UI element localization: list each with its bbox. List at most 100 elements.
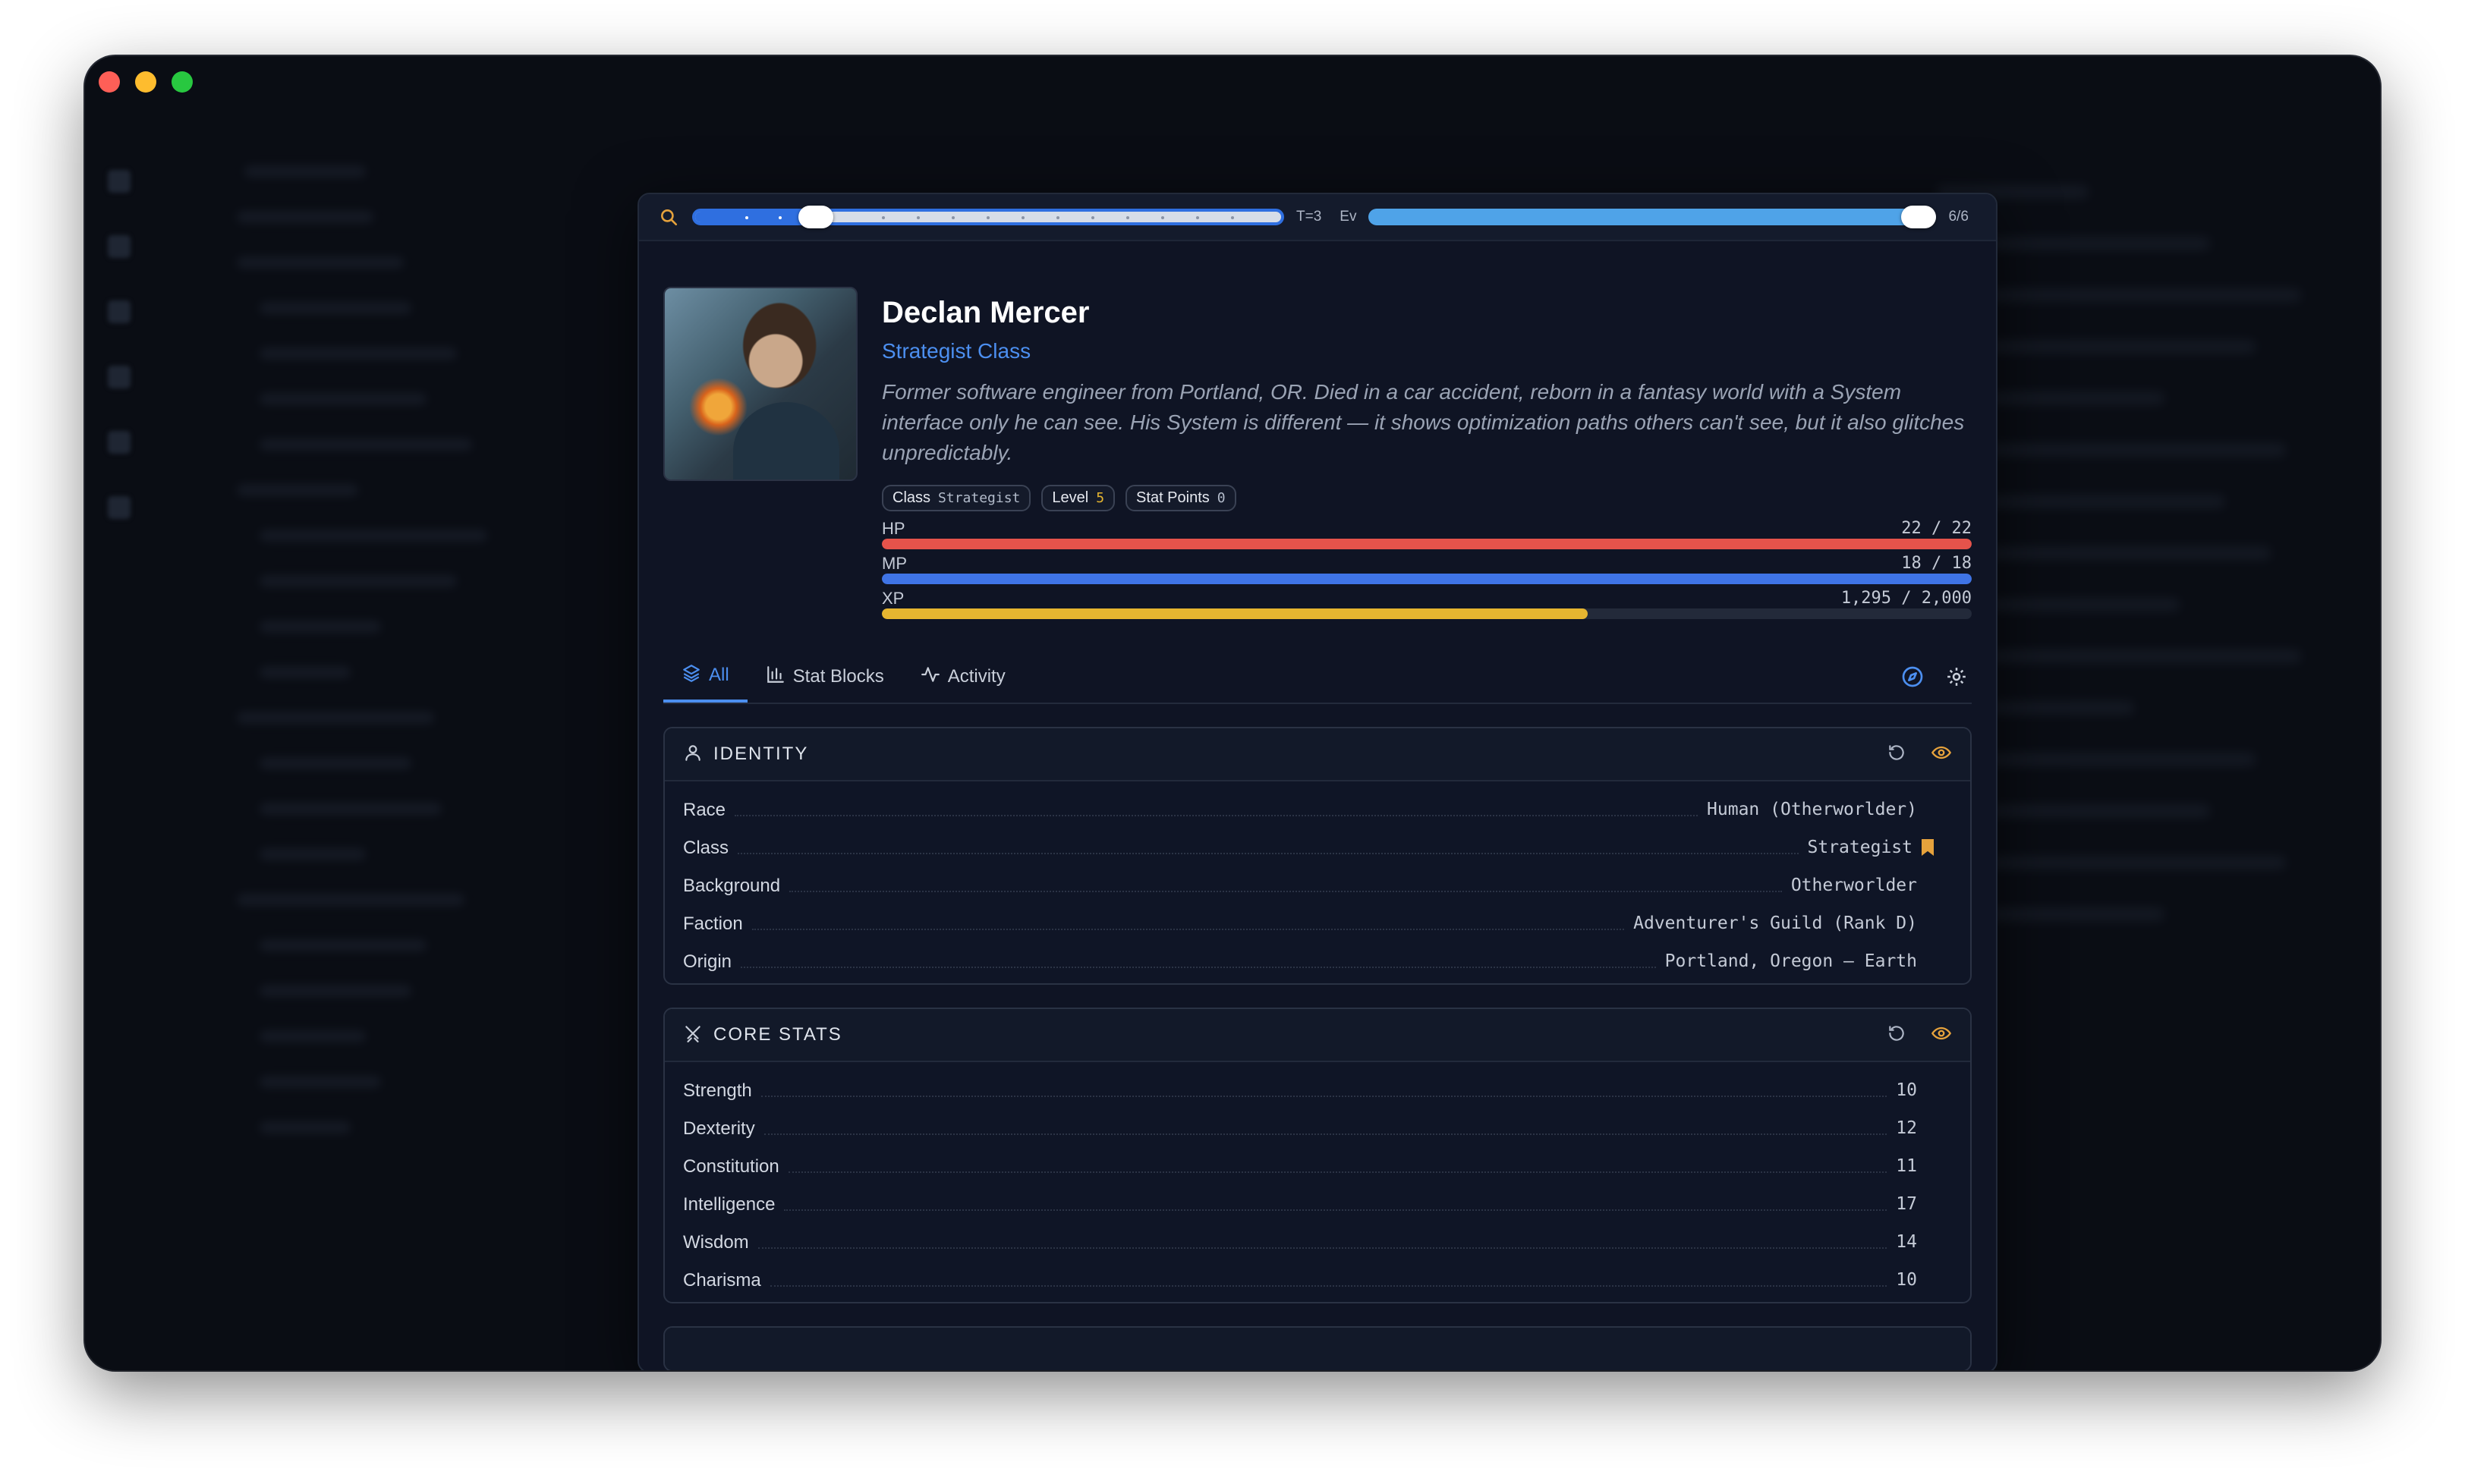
row-value: 17 [1896,1194,1917,1214]
chip-label: Stat Points [1136,489,1210,506]
stat-row-wisdom: Wisdom 14 [683,1221,1952,1259]
layers-icon [682,663,701,688]
character-chips: Class Strategist Level 5 Stat Points 0 [882,485,1972,511]
search-icon[interactable] [657,206,680,228]
section-title: CORE STATS [713,1024,842,1045]
tab-label: All [709,665,729,685]
level-chip: Level 5 [1041,485,1116,511]
ev-slider[interactable] [1368,206,1937,228]
row-value: Otherworlder [1790,876,1917,895]
close-window-button[interactable] [99,71,120,93]
row-value: 10 [1896,1270,1917,1290]
background-sidebar [161,132,586,1270]
identity-row-origin: Origin Portland, Oregon — Earth [683,941,1952,979]
character-header: Declan Mercer Strategist Class Former so… [663,287,1972,624]
timeline-label: T=3 [1296,209,1322,225]
timeline-handle[interactable] [798,206,833,228]
row-key: Wisdom [683,1232,749,1253]
xp-bar-fill [882,608,1588,619]
tab-activity[interactable]: Activity [902,651,1024,703]
character-sheet-panel: T=3 Ev 6/6 Declan Mercer Strategist Clas… [638,193,1998,1370]
row-key: Constitution [683,1156,779,1177]
identity-row-race: Race Human (Otherworlder) [683,789,1952,827]
resource-bars: HP 22 / 22 MP 18 / 18 XP 1,295 / 2,000 [882,519,1972,619]
next-section-header [665,1328,1970,1370]
bar-value: 18 / 18 [1901,554,1972,573]
section-title: IDENTITY [713,744,809,764]
reset-icon[interactable] [1887,1023,1906,1047]
row-key: Dexterity [683,1118,755,1139]
xp-bar: XP 1,295 / 2,000 [882,589,1972,619]
timeline-toolbar: T=3 Ev 6/6 [639,194,1996,241]
stat-row-strength: Strength 10 [683,1070,1952,1108]
eye-icon[interactable] [1931,1023,1952,1048]
bar-label: MP [882,554,907,573]
bar-label: XP [882,589,905,608]
row-value: Adventurer's Guild (Rank D) [1633,913,1917,933]
stat-row-constitution: Constitution 11 [683,1146,1952,1184]
row-value: Human (Otherworlder) [1707,800,1917,819]
crossed-swords-icon [683,1023,703,1047]
row-key: Background [683,876,781,896]
chip-value: 5 [1096,490,1105,506]
row-value: 11 [1896,1156,1917,1176]
core-stats-card: CORE STATS Strength 10 Dexterity 12 Consti… [663,1008,1972,1303]
bar-label: HP [882,519,905,538]
user-icon [683,743,703,766]
chip-label: Class [892,489,931,506]
row-key: Strength [683,1080,752,1101]
app-window: T=3 Ev 6/6 Declan Mercer Strategist Clas… [85,56,2380,1370]
row-key: Charisma [683,1270,761,1291]
activity-icon [921,665,940,690]
row-value: Portland, Oregon — Earth [1664,951,1917,971]
row-value: 12 [1896,1118,1917,1138]
gear-icon[interactable] [1941,662,1972,692]
eye-icon[interactable] [1931,742,1952,767]
next-section-card [663,1326,1972,1370]
stat-points-chip: Stat Points 0 [1125,485,1236,511]
background-icon-rail [108,170,138,561]
window-controls [99,71,193,93]
identity-row-background: Background Otherworlder [683,865,1952,903]
bar-chart-icon [766,665,785,690]
ev-label: Ev [1340,209,1357,225]
tab-label: Stat Blocks [792,666,884,687]
view-tabs: All Stat Blocks Activity [663,651,1972,704]
row-value: 14 [1896,1232,1917,1252]
class-chip: Class Strategist [882,485,1031,511]
row-value: Strategist [1807,838,1912,857]
chip-label: Level [1052,489,1089,506]
stat-row-charisma: Charisma 10 [683,1259,1952,1297]
row-value: 10 [1896,1080,1917,1100]
tab-all[interactable]: All [663,651,748,703]
row-key: Race [683,800,726,820]
row-key: Origin [683,951,732,972]
ev-value: 6/6 [1948,209,1969,225]
ev-slider-handle[interactable] [1901,206,1937,228]
tab-stat-blocks[interactable]: Stat Blocks [748,651,902,703]
hp-bar: HP 22 / 22 [882,519,1972,549]
bar-value: 22 / 22 [1901,519,1972,538]
chip-value: 0 [1217,490,1226,506]
compass-icon[interactable] [1897,662,1928,692]
bookmark-icon[interactable] [1922,839,1934,856]
bar-value: 1,295 / 2,000 [1840,589,1972,608]
row-key: Intelligence [683,1194,776,1215]
identity-row-faction: Faction Adventurer's Guild (Rank D) [683,903,1952,941]
identity-row-class: Class Strategist [683,827,1952,865]
chip-value: Strategist [938,490,1021,506]
identity-card: IDENTITY Race Human (Otherworlder) Class S… [663,727,1972,985]
mp-bar: MP 18 / 18 [882,554,1972,584]
timeline-slider[interactable] [692,206,1284,228]
character-class-link[interactable]: Strategist Class [882,339,1972,363]
character-name: Declan Mercer [882,296,1090,329]
row-key: Class [683,838,729,858]
reset-icon[interactable] [1887,743,1906,766]
character-bio: Former software engineer from Portland, … [882,380,1965,464]
stat-row-dexterity: Dexterity 12 [683,1108,1952,1146]
core-stats-card-header: CORE STATS [665,1009,1970,1062]
timeline-fill [695,212,813,222]
zoom-window-button[interactable] [172,71,193,93]
mp-bar-fill [882,574,1972,584]
minimize-window-button[interactable] [135,71,156,93]
